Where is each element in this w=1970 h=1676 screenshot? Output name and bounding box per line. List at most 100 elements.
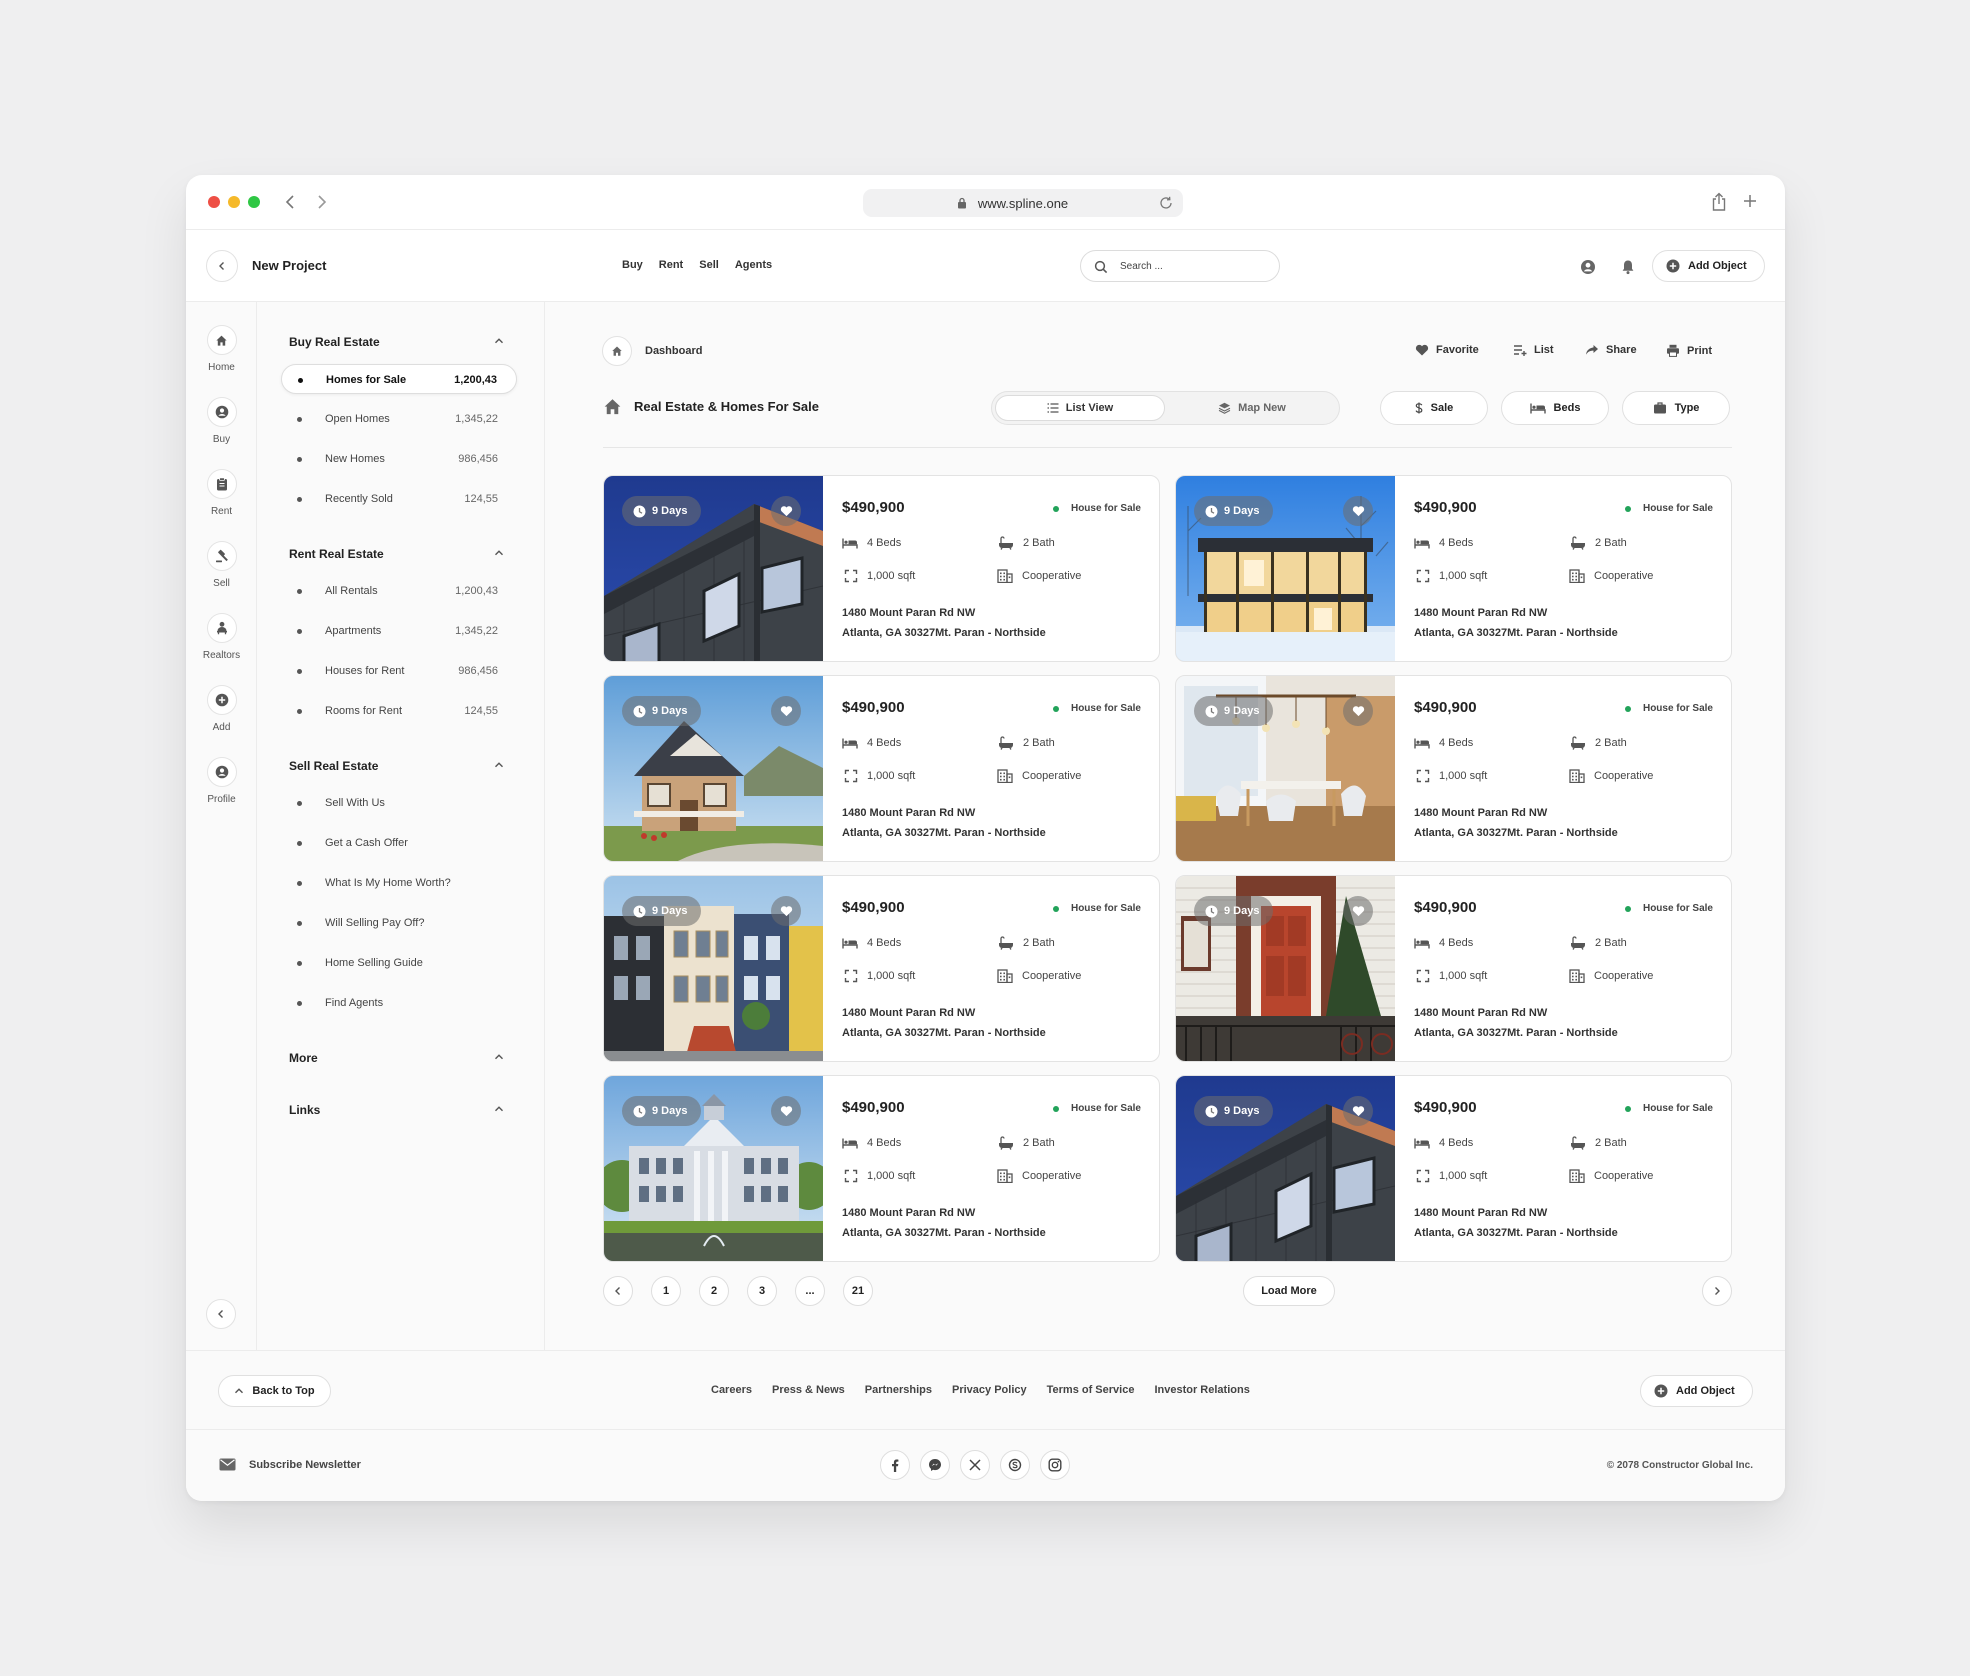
rail-item-buy[interactable]: Buy xyxy=(186,397,257,445)
rail-item-sell[interactable]: Sell xyxy=(186,541,257,589)
sidebar-item-all-rentals[interactable]: All Rentals 1,200,43 xyxy=(281,576,517,606)
sidebar-item-selling-guide[interactable]: Home Selling Guide xyxy=(281,948,517,978)
section-title-sell[interactable]: Sell Real Estate xyxy=(289,759,378,773)
next-page-button[interactable] xyxy=(1702,1276,1732,1306)
notification-bell-icon[interactable] xyxy=(1620,259,1636,275)
back-to-top-button[interactable]: Back to Top xyxy=(218,1375,331,1407)
share-browser-icon[interactable] xyxy=(1710,192,1728,212)
favorite-listing-button[interactable] xyxy=(1343,1096,1373,1126)
favorite-listing-button[interactable] xyxy=(1343,496,1373,526)
sidebar-item-homes-for-sale[interactable]: Homes for Sale 1,200,43 xyxy=(281,364,517,394)
collapse-sidebar-button[interactable] xyxy=(206,1299,236,1329)
page-ellipsis[interactable]: ... xyxy=(795,1276,825,1306)
favorite-listing-button[interactable] xyxy=(1343,896,1373,926)
favorite-button[interactable]: Favorite xyxy=(1415,344,1479,356)
add-object-button[interactable]: Add Object xyxy=(1652,250,1765,282)
footer-link-press[interactable]: Press & News xyxy=(772,1384,845,1396)
messenger-icon[interactable] xyxy=(920,1450,950,1480)
footer-link-investors[interactable]: Investor Relations xyxy=(1154,1384,1249,1396)
chevron-up-icon[interactable] xyxy=(494,1052,504,1062)
section-title-more[interactable]: More xyxy=(289,1051,318,1065)
nav-rent[interactable]: Rent xyxy=(659,259,683,271)
page-21-button[interactable]: 21 xyxy=(843,1276,873,1306)
filter-beds-button[interactable]: Beds xyxy=(1501,391,1609,425)
sidebar-item-home-worth[interactable]: What Is My Home Worth? xyxy=(281,868,517,898)
rail-item-home[interactable]: Home xyxy=(186,325,257,373)
chevron-up-icon[interactable] xyxy=(494,548,504,558)
new-tab-icon[interactable] xyxy=(1742,193,1758,209)
sidebar-item-find-agents[interactable]: Find Agents xyxy=(281,988,517,1018)
listing-card[interactable]: 9 Days $490,900 House for Sale 4 Beds 2 … xyxy=(1175,1075,1732,1262)
account-icon[interactable] xyxy=(1580,259,1596,275)
listing-card[interactable]: 9 Days $490,900 House for Sale 4 Beds 2 … xyxy=(1175,875,1732,1062)
footer-link-partnerships[interactable]: Partnerships xyxy=(865,1384,932,1396)
list-view-tab[interactable]: List View xyxy=(995,395,1165,421)
footer-link-careers[interactable]: Careers xyxy=(711,1384,752,1396)
rail-item-realtors[interactable]: Realtors xyxy=(186,613,257,661)
sidebar-item-cash-offer[interactable]: Get a Cash Offer xyxy=(281,828,517,858)
browser-forward-icon[interactable] xyxy=(312,193,330,211)
listing-card[interactable]: 9 Days $490,900 House for Sale 4 Beds 2 … xyxy=(1175,475,1732,662)
sidebar-item-apartments[interactable]: Apartments 1,345,22 xyxy=(281,616,517,646)
rail-item-rent[interactable]: Rent xyxy=(186,469,257,517)
favorite-listing-button[interactable] xyxy=(771,496,801,526)
sidebar-item-rooms-for-rent[interactable]: Rooms for Rent 124,55 xyxy=(281,696,517,726)
sidebar-item-sell-with-us[interactable]: Sell With Us xyxy=(281,788,517,818)
sidebar-item-houses-for-rent[interactable]: Houses for Rent 986,456 xyxy=(281,656,517,686)
page-3-button[interactable]: 3 xyxy=(747,1276,777,1306)
breadcrumb[interactable]: Dashboard xyxy=(645,345,702,357)
load-more-button[interactable]: Load More xyxy=(1243,1276,1335,1306)
subscribe-newsletter[interactable]: Subscribe Newsletter xyxy=(219,1458,361,1471)
listing-card[interactable]: 9 Days $490,900 House for Sale 4 Beds 2 … xyxy=(603,675,1160,862)
sidebar-item-selling-pay-off[interactable]: Will Selling Pay Off? xyxy=(281,908,517,938)
minimize-window-button[interactable] xyxy=(228,196,240,208)
favorite-listing-button[interactable] xyxy=(1343,696,1373,726)
nav-sell[interactable]: Sell xyxy=(699,259,719,271)
chevron-up-icon[interactable] xyxy=(494,1104,504,1114)
listing-card[interactable]: 9 Days $490,900 House for Sale 4 Beds 2 … xyxy=(1175,675,1732,862)
chevron-up-icon[interactable] xyxy=(494,336,504,346)
list-button[interactable]: List xyxy=(1513,344,1554,356)
section-title-buy[interactable]: Buy Real Estate xyxy=(289,335,380,349)
footer-add-object-button[interactable]: Add Object xyxy=(1640,1375,1753,1407)
sidebar-item-recently-sold[interactable]: Recently Sold 124,55 xyxy=(281,484,517,514)
footer-link-privacy[interactable]: Privacy Policy xyxy=(952,1384,1027,1396)
print-button[interactable]: Print xyxy=(1666,344,1712,357)
section-title-rent[interactable]: Rent Real Estate xyxy=(289,547,384,561)
listing-card[interactable]: 9 Days $490,900 House for Sale 4 Beds 2 … xyxy=(603,875,1160,1062)
listing-card[interactable]: 9 Days $490,900 House for Sale 4 Beds 2 … xyxy=(603,1075,1160,1262)
filter-type-button[interactable]: Type xyxy=(1622,391,1730,425)
rail-item-add[interactable]: Add xyxy=(186,685,257,733)
prev-page-button[interactable] xyxy=(603,1276,633,1306)
nav-buy[interactable]: Buy xyxy=(622,259,643,271)
page-2-button[interactable]: 2 xyxy=(699,1276,729,1306)
favorite-listing-button[interactable] xyxy=(771,1096,801,1126)
listing-status: House for Sale xyxy=(1052,903,1141,914)
rail-item-profile[interactable]: Profile xyxy=(186,757,257,805)
share-button[interactable]: Share xyxy=(1585,344,1637,356)
breadcrumb-home-button[interactable] xyxy=(602,336,632,366)
x-icon[interactable] xyxy=(960,1450,990,1480)
page-1-button[interactable]: 1 xyxy=(651,1276,681,1306)
chevron-up-icon[interactable] xyxy=(494,760,504,770)
nav-agents[interactable]: Agents xyxy=(735,259,772,271)
maximize-window-button[interactable] xyxy=(248,196,260,208)
search-input[interactable]: Search ... xyxy=(1080,250,1280,282)
favorite-listing-button[interactable] xyxy=(771,896,801,926)
map-view-tab[interactable]: Map New xyxy=(1167,395,1337,421)
browser-back-icon[interactable] xyxy=(282,193,300,211)
favorite-listing-button[interactable] xyxy=(771,696,801,726)
facebook-icon[interactable] xyxy=(880,1450,910,1480)
instagram-icon[interactable] xyxy=(1040,1450,1070,1480)
close-window-button[interactable] xyxy=(208,196,220,208)
header-back-button[interactable] xyxy=(206,250,238,282)
address-bar[interactable]: www.spline.one xyxy=(863,189,1183,217)
filter-sale-button[interactable]: Sale xyxy=(1380,391,1488,425)
sidebar-item-new-homes[interactable]: New Homes 986,456 xyxy=(281,444,517,474)
listing-card[interactable]: 9 Days $490,900 House for Sale 4 Beds 2 … xyxy=(603,475,1160,662)
section-title-links[interactable]: Links xyxy=(289,1103,320,1117)
reload-icon[interactable] xyxy=(1158,195,1174,211)
footer-link-terms[interactable]: Terms of Service xyxy=(1047,1384,1135,1396)
sidebar-item-open-homes[interactable]: Open Homes 1,345,22 xyxy=(281,404,517,434)
skype-icon[interactable] xyxy=(1000,1450,1030,1480)
